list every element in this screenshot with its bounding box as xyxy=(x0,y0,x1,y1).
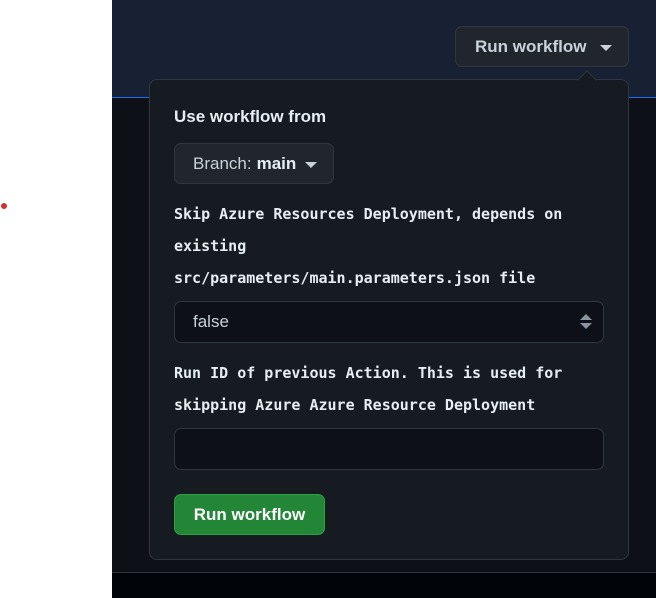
run-workflow-button-label: Run workflow xyxy=(475,36,587,56)
left-white-area xyxy=(0,0,112,598)
skip-deployment-label: Skip Azure Resources Deployment, depends… xyxy=(174,198,614,294)
branch-select-button[interactable]: Branch: main xyxy=(174,143,334,184)
label-line: Run ID of previous Action. This is used … xyxy=(174,364,563,382)
select-arrows-icon xyxy=(580,314,592,332)
run-workflow-dropdown-button[interactable]: Run workflow xyxy=(455,26,629,67)
bottom-strip xyxy=(112,572,656,598)
select-value: false xyxy=(193,312,229,331)
chevron-down-icon xyxy=(305,161,318,168)
run-id-input[interactable] xyxy=(174,428,604,470)
use-workflow-from-label: Use workflow from xyxy=(174,107,327,126)
run-workflow-submit-button[interactable]: Run workflow xyxy=(174,494,325,535)
run-id-label: Run ID of previous Action. This is used … xyxy=(174,357,614,421)
branch-value: main xyxy=(256,153,297,173)
chevron-down-icon xyxy=(600,44,613,51)
label-line: skipping Azure Azure Resource Deployment xyxy=(174,396,536,414)
red-dot-marker xyxy=(1,203,7,209)
label-line: existing xyxy=(174,237,247,255)
label-line: src/parameters/main.parameters.json file xyxy=(174,269,536,287)
submit-button-label: Run workflow xyxy=(193,504,306,524)
branch-prefix: Branch: xyxy=(193,153,252,173)
label-line: Skip Azure Resources Deployment, depends… xyxy=(174,205,563,223)
skip-deployment-select[interactable]: false xyxy=(174,301,604,343)
